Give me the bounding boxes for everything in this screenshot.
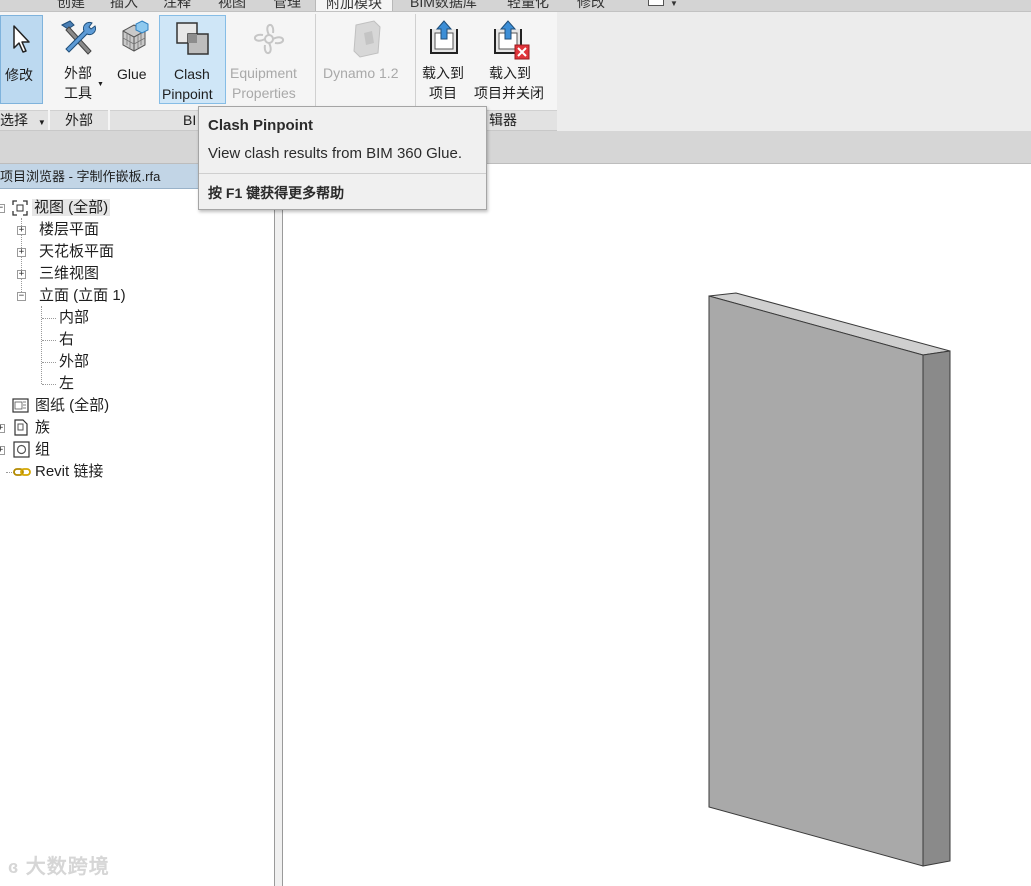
tree-item-floor-plans[interactable]: 楼层平面 [39,219,99,241]
tab-lightweight[interactable]: 轻量化 [507,0,549,11]
tree-item-sheets[interactable]: 图纸 (全部) [35,395,109,417]
watermark: ɞ 大数跨境 [8,856,110,878]
tree-connector [42,318,56,319]
tab-bim-database[interactable]: BIM数据库 [410,0,477,11]
tree-item-groups[interactable]: 组 [35,439,50,461]
groups-icon [13,441,30,458]
cursor-arrow-icon [13,25,30,53]
modify-button[interactable]: 修改 [0,15,43,104]
tab-addins[interactable]: 附加模块 [315,0,393,11]
tree-item-left[interactable]: 左 [59,373,74,395]
panel-front-face [708,295,924,867]
external-tools-button[interactable]: 外部 工具 ▼ [50,15,108,104]
tab-view[interactable]: 视图 [218,0,246,11]
dropdown-arrow-icon[interactable]: ▼ [670,0,678,8]
ribbon-empty-area [557,12,1031,131]
tooltip: Clash Pinpoint View clash results from B… [198,106,487,210]
load-into-project-button[interactable]: 载入到 项目 [418,15,472,104]
panel-3d-model[interactable] [283,164,1031,886]
tab-manage[interactable]: 管理 [273,0,301,11]
tree-item-right[interactable]: 右 [59,329,74,351]
expand-toggle[interactable]: + [17,248,26,257]
project-browser: − 视图 (全部) + 楼层平面 + 天花板平面 + 三维视图 − 立面 (立面… [0,190,274,886]
tree-item-revit-links[interactable]: Revit 链接 [35,461,103,483]
tree-item-exterior[interactable]: 外部 [59,351,89,373]
panel-side-face [922,350,951,867]
dropdown-arrow-icon: ▼ [97,81,104,88]
options-bar [0,131,1031,164]
panel-select-dropdown[interactable]: 选择 ▼ [0,110,48,130]
tree-connector [42,340,56,341]
panel-external-label: 外部 [50,110,108,130]
tree-item-interior[interactable]: 内部 [59,307,89,329]
tree-connector [42,384,56,385]
panel-splitter[interactable] [274,164,283,886]
collapse-toggle[interactable]: − [17,292,26,301]
collapse-toggle[interactable]: − [0,204,5,213]
families-icon [14,419,28,436]
expand-toggle[interactable]: + [0,424,5,433]
tab-create[interactable]: 创建 [57,0,85,11]
clash-pinpoint-icon [176,22,209,55]
tooltip-help: 按 F1 键获得更多帮助 [208,185,345,201]
hammer-wrench-icon [61,20,97,55]
expand-toggle[interactable]: + [17,226,26,235]
quick-access-icon[interactable] [648,0,664,6]
dropdown-arrow-icon: ▼ [37,118,46,127]
equipment-properties-button[interactable]: Equipment Properties [229,15,311,104]
tree-item-families[interactable]: 族 [35,417,50,439]
tooltip-title: Clash Pinpoint [208,117,313,134]
tree-item-elevations[interactable]: 立面 (立面 1) [39,285,126,307]
views-icon [12,200,28,216]
expand-toggle[interactable]: + [17,270,26,279]
tab-modify[interactable]: 修改 [577,0,605,11]
tooltip-description: View clash results from BIM 360 Glue. [208,145,462,162]
glue-cube-icon [122,20,149,52]
ribbon-tab-strip: 创建 插入 注释 视图 管理 附加模块 BIM数据库 轻量化 修改 ▼ [0,0,1031,12]
tree-item-ceiling-plans[interactable]: 天花板平面 [39,241,114,263]
tooltip-divider [199,173,486,174]
load-and-close-icon [494,20,530,60]
tab-annotate[interactable]: 注释 [163,0,191,11]
drawing-area[interactable] [283,164,1031,886]
dynamo-icon [353,20,381,58]
clash-pinpoint-button[interactable]: Clash Pinpoint [159,15,226,104]
tab-insert[interactable]: 插入 [110,0,138,11]
link-chain-icon [13,468,31,476]
dynamo-button[interactable]: Dynamo 1.2 [320,15,412,104]
glue-button[interactable]: Glue [111,15,156,104]
watermark-logo-icon: ɞ [8,857,20,877]
load-into-project-and-close-button[interactable]: 载入到 项目并关闭 [473,15,553,104]
expand-toggle[interactable]: + [0,446,5,455]
tree-connector [42,362,56,363]
tree-item-views-all[interactable]: 视图 (全部) [32,197,111,219]
tree-item-3d-views[interactable]: 三维视图 [39,263,99,285]
load-into-project-icon [430,20,458,54]
fan-icon [254,24,284,54]
sheets-icon [12,398,29,413]
